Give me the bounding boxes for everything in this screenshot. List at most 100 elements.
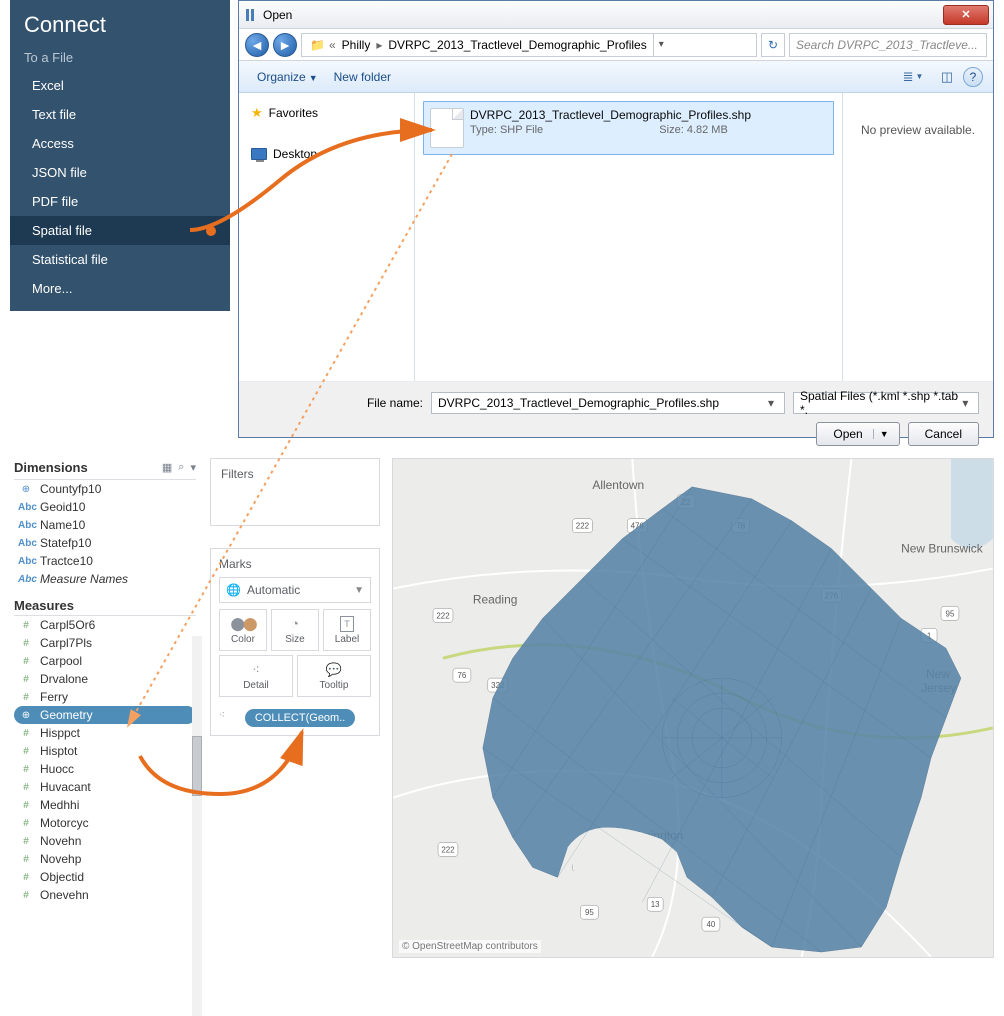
globe-icon: ⊕ bbox=[18, 710, 34, 721]
svg-text:222: 222 bbox=[576, 522, 590, 531]
measure-item[interactable]: #Carpool bbox=[14, 652, 196, 670]
hash-icon: # bbox=[18, 890, 34, 901]
size-icon: ◔ bbox=[291, 616, 299, 632]
connect-item-spatial[interactable]: Spatial file bbox=[10, 216, 230, 245]
dialog-title: Open bbox=[263, 8, 292, 22]
measure-item[interactable]: #Ferry bbox=[14, 688, 196, 706]
measure-geometry-pill[interactable]: ⊕Geometry bbox=[14, 706, 196, 724]
hash-icon: # bbox=[18, 836, 34, 847]
marks-size[interactable]: ◔Size bbox=[271, 609, 319, 651]
filetype-dropdown[interactable]: Spatial Files (*.kml *.shp *.tab *.▾ bbox=[793, 392, 979, 414]
file-list: DVRPC_2013_Tractlevel_Demographic_Profil… bbox=[415, 93, 843, 381]
connect-item-pdf[interactable]: PDF file bbox=[10, 187, 230, 216]
monitor-icon bbox=[251, 148, 267, 160]
search-input[interactable]: Search DVRPC_2013_Tractleve... bbox=[789, 33, 987, 57]
hash-icon: # bbox=[18, 656, 34, 667]
measure-item[interactable]: #Motorcyc bbox=[14, 814, 196, 832]
hash-icon: # bbox=[18, 782, 34, 793]
breadcrumb-seg-2[interactable]: DVRPC_2013_Tractlevel_Demographic_Profil… bbox=[382, 38, 652, 52]
dimensions-title: Dimensions bbox=[14, 460, 88, 475]
hash-icon: # bbox=[18, 620, 34, 631]
marks-type-dropdown[interactable]: 🌐 Automatic ▼ bbox=[219, 577, 371, 603]
hash-icon: # bbox=[18, 728, 34, 739]
connect-item-json[interactable]: JSON file bbox=[10, 158, 230, 187]
measure-item[interactable]: #Objectid bbox=[14, 868, 196, 886]
close-button[interactable]: ✕ bbox=[943, 5, 989, 25]
connect-item-statistical[interactable]: Statistical file bbox=[10, 245, 230, 274]
desktop-item[interactable]: Desktop bbox=[245, 143, 408, 165]
breadcrumb-dropdown[interactable]: ▾ bbox=[653, 34, 669, 56]
favorites-section[interactable]: ★Favorites bbox=[245, 101, 408, 125]
tooltip-icon: 💬 bbox=[326, 662, 342, 678]
newfolder-button[interactable]: New folder bbox=[326, 70, 399, 84]
connect-item-more[interactable]: More... bbox=[10, 274, 230, 303]
svg-text:40: 40 bbox=[706, 920, 715, 929]
breadcrumb[interactable]: 📁 « Philly ▸ DVRPC_2013_Tractlevel_Demog… bbox=[301, 33, 757, 57]
dimension-item[interactable]: AbcStatefp10 bbox=[14, 534, 196, 552]
dialog-sidepanel: ★Favorites Desktop bbox=[239, 93, 415, 381]
hash-icon: # bbox=[18, 872, 34, 883]
map-view[interactable]: Allentown Reading Wilmington New Brunswi… bbox=[392, 458, 994, 958]
hash-icon: # bbox=[18, 674, 34, 685]
search-icon[interactable]: ⌕ bbox=[178, 461, 184, 474]
annotation-dot-icon bbox=[206, 226, 216, 236]
detail-prefix-icon: ⁖ bbox=[219, 710, 225, 721]
file-row-selected[interactable]: DVRPC_2013_Tractlevel_Demographic_Profil… bbox=[423, 101, 834, 155]
city-newbrunswick: New Brunswick bbox=[901, 542, 983, 556]
detail-icon: ⁖ bbox=[252, 662, 260, 678]
hash-icon: # bbox=[18, 692, 34, 703]
collect-geometry-pill[interactable]: COLLECT(Geom.. bbox=[245, 709, 355, 727]
dimension-item[interactable]: AbcMeasure Names bbox=[14, 570, 196, 588]
view-options-button[interactable]: ≣ ▼ bbox=[897, 66, 929, 88]
hash-icon: # bbox=[18, 854, 34, 865]
open-button[interactable]: Open▼ bbox=[816, 422, 899, 446]
measure-item[interactable]: #Drvalone bbox=[14, 670, 196, 688]
abc-icon: Abc bbox=[18, 520, 34, 531]
measure-item[interactable]: #Novehn bbox=[14, 832, 196, 850]
cancel-button[interactable]: Cancel bbox=[908, 422, 979, 446]
organize-button[interactable]: Organize▼ bbox=[249, 70, 326, 84]
menu-icon[interactable]: ▾ bbox=[190, 461, 196, 474]
measure-item[interactable]: #Huocc bbox=[14, 760, 196, 778]
svg-text:76: 76 bbox=[457, 671, 466, 680]
svg-text:95: 95 bbox=[585, 908, 594, 917]
connect-item-excel[interactable]: Excel bbox=[10, 71, 230, 100]
scrollbar-thumb[interactable] bbox=[192, 736, 202, 796]
view-icon[interactable]: ▦ bbox=[162, 461, 172, 474]
measure-item[interactable]: #Carpl5Or6 bbox=[14, 616, 196, 634]
refresh-button[interactable]: ↻ bbox=[761, 33, 785, 57]
filename-input[interactable]: DVRPC_2013_Tractlevel_Demographic_Profil… bbox=[431, 392, 785, 414]
svg-text:13: 13 bbox=[651, 900, 660, 909]
hash-icon: # bbox=[18, 746, 34, 757]
file-icon bbox=[430, 108, 464, 148]
dimension-item[interactable]: AbcName10 bbox=[14, 516, 196, 534]
measure-item[interactable]: #Hisppct bbox=[14, 724, 196, 742]
connect-item-access[interactable]: Access bbox=[10, 129, 230, 158]
dimension-item[interactable]: AbcGeoid10 bbox=[14, 498, 196, 516]
measure-item[interactable]: #Hisptot bbox=[14, 742, 196, 760]
marks-label[interactable]: TLabel bbox=[323, 609, 371, 651]
dimension-item[interactable]: ⊕Countyfp10 bbox=[14, 480, 196, 498]
measure-item[interactable]: #Huvacant bbox=[14, 778, 196, 796]
measure-item[interactable]: #Onevehn bbox=[14, 886, 196, 904]
connect-item-textfile[interactable]: Text file bbox=[10, 100, 230, 129]
measure-item[interactable]: #Medhhi bbox=[14, 796, 196, 814]
forward-button[interactable]: ► bbox=[273, 33, 297, 57]
measure-item[interactable]: #Novehp bbox=[14, 850, 196, 868]
svg-text:95: 95 bbox=[946, 609, 955, 618]
scrollbar[interactable] bbox=[192, 636, 202, 1016]
dimension-item[interactable]: AbcTractce10 bbox=[14, 552, 196, 570]
filters-card[interactable]: Filters bbox=[210, 458, 380, 526]
marks-detail[interactable]: ⁖Detail bbox=[219, 655, 293, 697]
measure-item[interactable]: #Carpl7Pls bbox=[14, 634, 196, 652]
abc-icon: Abc bbox=[18, 574, 34, 585]
preview-pane-button[interactable]: ◫ bbox=[931, 66, 963, 88]
back-button[interactable]: ◄ bbox=[245, 33, 269, 57]
breadcrumb-seg-1[interactable]: Philly bbox=[336, 38, 377, 52]
color-icon: ⬤⬤ bbox=[230, 616, 255, 632]
marks-tooltip[interactable]: 💬Tooltip bbox=[297, 655, 371, 697]
help-button[interactable]: ? bbox=[963, 67, 983, 87]
file-name: DVRPC_2013_Tractlevel_Demographic_Profil… bbox=[470, 108, 751, 122]
preview-pane: No preview available. bbox=[843, 93, 993, 381]
marks-color[interactable]: ⬤⬤Color bbox=[219, 609, 267, 651]
